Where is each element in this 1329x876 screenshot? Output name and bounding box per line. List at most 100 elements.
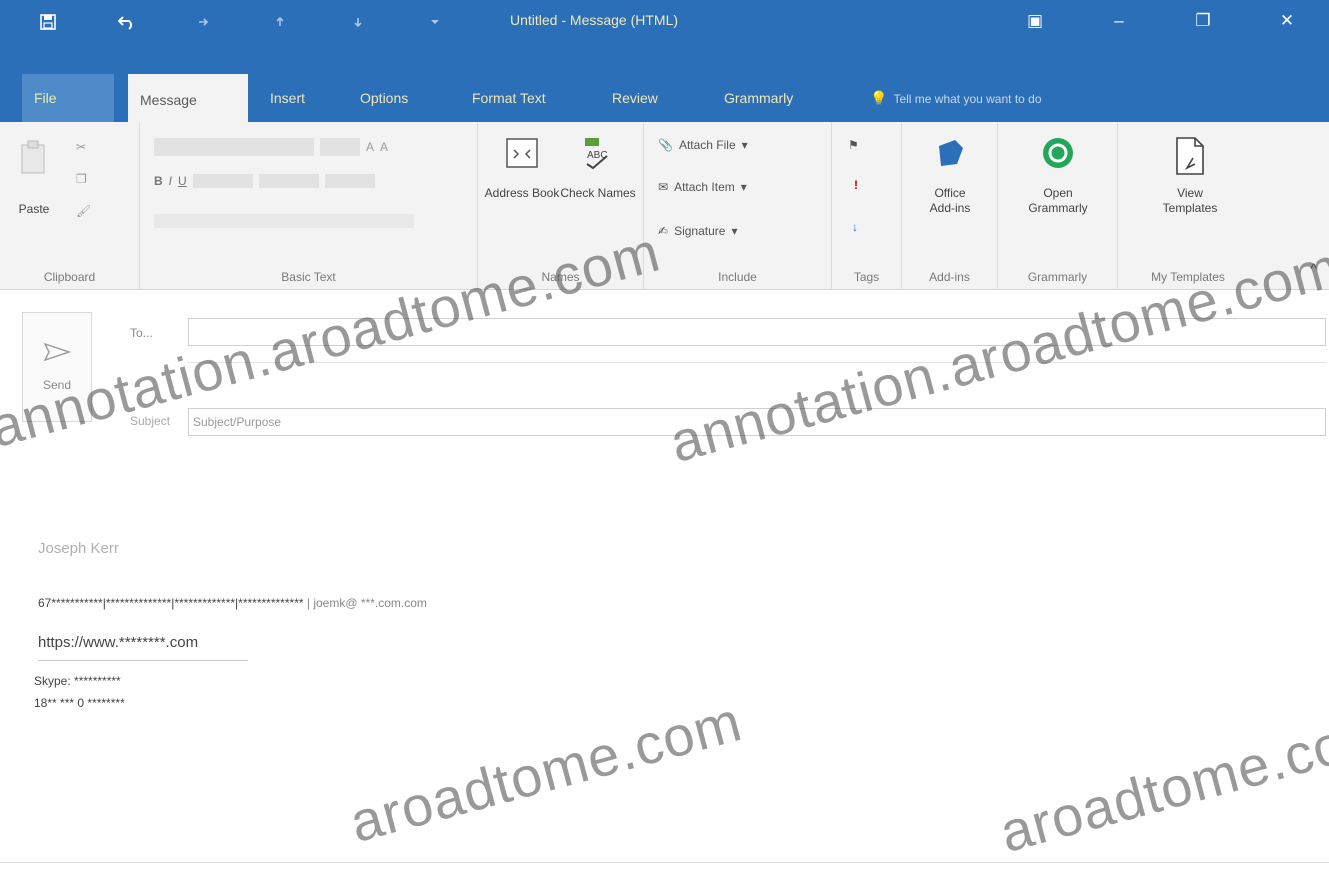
collapse-ribbon-icon[interactable]: ^ [1310, 260, 1317, 276]
tab-file[interactable]: File [22, 74, 114, 122]
attach-file-button[interactable]: 📎 Attach File ▾ [658, 138, 748, 152]
high-importance-button[interactable]: ! [854, 178, 858, 192]
open-grammarly-label-1: Open [1043, 186, 1073, 200]
italic-icon[interactable]: I [169, 174, 172, 188]
include-label: Include [718, 270, 757, 284]
title-row: Untitled - Message (HTML) ▣ – ❐ ✕ [0, 0, 1329, 42]
subject-label: Subject [130, 414, 171, 428]
chevron-down-icon[interactable] [430, 10, 508, 34]
view-templates-label-1: View [1177, 186, 1203, 200]
paragraph-row [154, 214, 414, 228]
check-names-button[interactable]: ABC Check Names [560, 136, 636, 200]
send-icon [43, 342, 71, 362]
group-grammarly: Open Grammarly Grammarly [998, 122, 1118, 290]
tags-label: Tags [853, 270, 880, 284]
signature-name: Joseph Kerr [38, 540, 119, 557]
tell-me-search[interactable]: 💡 Tell me what you want to do [870, 74, 1042, 122]
minimize-button[interactable]: – [1077, 6, 1161, 36]
to-button[interactable]: To... [130, 326, 153, 340]
tab-format-text[interactable]: Format Text [460, 74, 558, 122]
ribbon-display-icon[interactable]: ▣ [993, 6, 1077, 36]
redo-icon[interactable] [196, 10, 274, 34]
group-addins: Office Add-ins Add-ins [902, 122, 998, 290]
bullets-icon[interactable] [324, 174, 375, 188]
low-importance-button[interactable]: ↓ [852, 220, 858, 234]
paste-label: Paste [18, 202, 50, 216]
check-names-label: Check Names [560, 186, 636, 200]
tab-insert[interactable]: Insert [258, 74, 317, 122]
view-templates-button[interactable]: View Templates [1152, 136, 1228, 215]
bold-icon[interactable]: B [154, 174, 163, 188]
grammarly-label: Grammarly [1027, 270, 1088, 284]
signature-line-phone: 67***********|**************|***********… [38, 596, 427, 610]
cc-input[interactable] [188, 362, 1326, 363]
restore-button[interactable]: ❐ [1161, 6, 1245, 36]
office-addins-label-1: Office [934, 186, 966, 200]
scissors-icon: ✂ [76, 140, 87, 154]
window-title: Untitled - Message (HTML) [510, 12, 679, 28]
paste-button[interactable]: Paste [4, 140, 64, 216]
quick-access-toolbar [40, 10, 508, 34]
basic-text-label: Basic Text [281, 270, 336, 284]
office-addins-label-2: Add-ins [929, 201, 971, 215]
cut-button[interactable]: ✂ [76, 140, 86, 154]
message-body[interactable] [0, 452, 1329, 876]
open-grammarly-button[interactable]: Open Grammarly [1020, 136, 1096, 215]
group-include: 📎 Attach File ▾ ✉ Attach Item ▾ ✍ Signature ▾ … [644, 122, 832, 290]
tab-grammarly[interactable]: Grammarly [712, 74, 805, 122]
attach-item-button[interactable]: ✉ Attach Item ▾ [658, 180, 747, 194]
attach-item-label: Attach Item [674, 180, 735, 194]
to-input[interactable] [188, 318, 1326, 346]
signature-address: 18** *** 0 ******** [34, 696, 125, 710]
grow-font-icon: A [366, 140, 375, 154]
window-controls: ▣ – ❐ ✕ [993, 6, 1329, 36]
copy-icon: ❐ [76, 172, 87, 186]
copy-button[interactable]: ❐ [76, 172, 87, 186]
underline-icon[interactable]: U [178, 174, 187, 188]
clipboard-label: Clipboard [43, 270, 96, 284]
format-painter-button[interactable]: 🖌 [76, 204, 91, 218]
attach-item-icon: ✉ [658, 180, 669, 194]
address-book-label: Address Book [484, 186, 560, 200]
signature-icon: ✍ [658, 224, 669, 238]
signature-button[interactable]: ✍ Signature ▾ [658, 224, 737, 238]
signature-website[interactable]: https://www.********.com [38, 634, 198, 651]
clipboard-icon [21, 140, 45, 174]
save-icon[interactable] [40, 10, 118, 34]
address-book-icon [506, 138, 538, 168]
send-button[interactable]: Send [22, 312, 92, 422]
highlight-icon[interactable] [192, 174, 253, 188]
bottom-divider [0, 862, 1329, 863]
signature-label: Signature [674, 224, 726, 238]
paperclip-icon: 📎 [658, 138, 673, 152]
down-icon[interactable] [352, 10, 430, 34]
tab-message[interactable]: Message [128, 74, 248, 122]
tab-options[interactable]: Options [348, 74, 420, 122]
tab-review[interactable]: Review [600, 74, 670, 122]
close-button[interactable]: ✕ [1245, 6, 1329, 36]
up-icon[interactable] [274, 10, 352, 34]
office-addins-icon [939, 140, 963, 166]
office-addins-button[interactable]: Office Add-ins [912, 136, 988, 215]
view-templates-label-2: Templates [1162, 201, 1218, 215]
title-bar: Untitled - Message (HTML) ▣ – ❐ ✕ [0, 0, 1329, 84]
signature-phone: 67***********|**************|***********… [38, 596, 304, 610]
signature-email: | joemk@ ***.com.com [306, 596, 427, 610]
subject-input[interactable]: Subject/Purpose [188, 408, 1326, 436]
font-select[interactable]: AA [154, 138, 388, 156]
undo-icon[interactable] [118, 10, 196, 34]
align-icon[interactable] [154, 214, 414, 228]
chevron-down-icon: ▾ [741, 138, 748, 152]
lightbulb-icon: 💡 [870, 90, 888, 106]
group-tags: ⚑ ! ↓ Tags [832, 122, 902, 290]
grammarly-icon [1043, 138, 1073, 168]
address-book-button[interactable]: Address Book [484, 136, 560, 200]
group-clipboard: Paste ✂ ❐ 🖌 Clipboard [0, 122, 140, 290]
font-color-icon[interactable] [258, 174, 319, 188]
templates-label: My Templates [1151, 270, 1225, 284]
group-templates: View Templates My Templates [1118, 122, 1258, 290]
follow-up-button[interactable]: ⚑ [848, 138, 859, 152]
chevron-down-icon: ▾ [740, 180, 747, 194]
ribbon-tabs: File Message Insert Options Format Text … [0, 74, 1329, 122]
shrink-font-icon: A [380, 140, 389, 154]
